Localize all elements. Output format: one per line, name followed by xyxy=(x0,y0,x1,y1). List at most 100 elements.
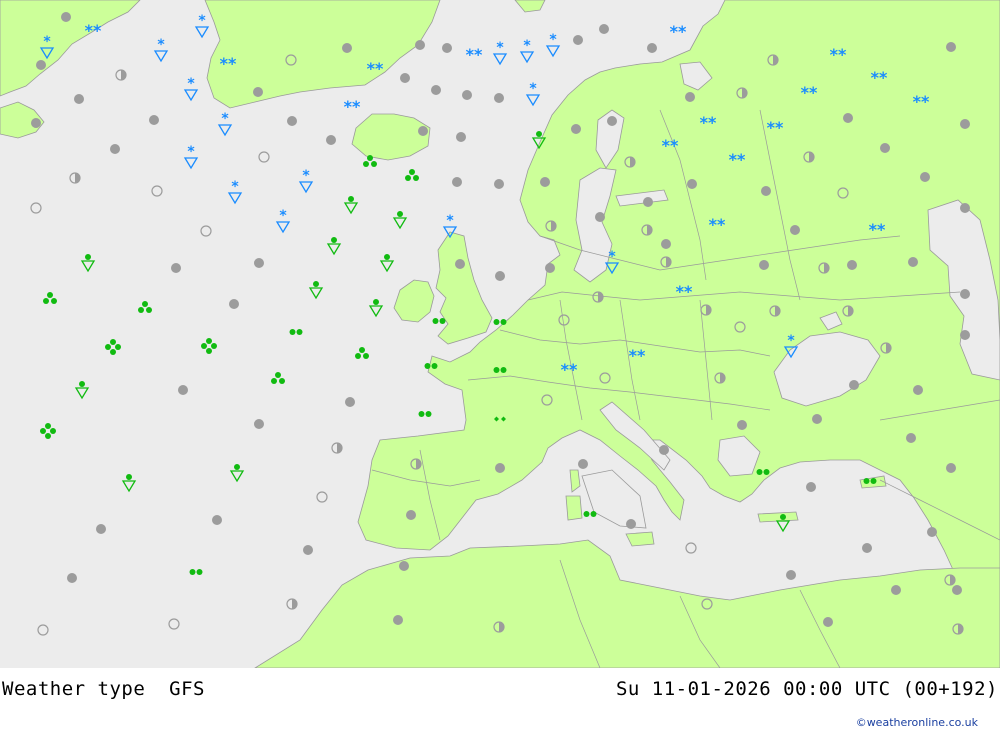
overcast-icon xyxy=(36,60,46,70)
overcast-icon xyxy=(806,482,816,492)
svg-text:**: ** xyxy=(662,136,679,155)
overcast-icon xyxy=(952,585,962,595)
overcast-icon xyxy=(431,85,441,95)
overcast-icon xyxy=(960,330,970,340)
snow-icon: ** xyxy=(700,113,717,132)
overcast-icon xyxy=(960,289,970,299)
snow-icon: ** xyxy=(871,68,888,87)
svg-text:**: ** xyxy=(767,118,784,137)
snow-icon: ** xyxy=(629,346,646,365)
overcast-icon xyxy=(110,144,120,154)
overcast-icon xyxy=(303,545,313,555)
overcast-icon xyxy=(540,177,550,187)
svg-text:**: ** xyxy=(676,282,693,301)
overcast-icon xyxy=(452,177,462,187)
overcast-icon xyxy=(761,186,771,196)
snow-icon: ** xyxy=(344,97,361,116)
svg-text:**: ** xyxy=(561,360,578,379)
overcast-icon xyxy=(880,143,890,153)
overcast-icon xyxy=(659,445,669,455)
valid-time: Su 11-01-2026 00:00 UTC (00+192) xyxy=(615,678,998,700)
svg-text:**: ** xyxy=(85,21,102,40)
overcast-icon xyxy=(908,257,918,267)
overcast-icon xyxy=(643,197,653,207)
overcast-icon xyxy=(790,225,800,235)
map-title: Weather type GFS xyxy=(2,678,205,700)
credit-link[interactable]: ©weatheronline.co.uk xyxy=(856,716,978,729)
overcast-icon xyxy=(847,260,857,270)
overcast-icon xyxy=(393,615,403,625)
overcast-icon xyxy=(31,118,41,128)
overcast-icon xyxy=(685,92,695,102)
weather-map: *** ********** ******* * * ********** **** ****… xyxy=(0,0,1000,668)
snow-icon: ** xyxy=(220,54,237,73)
svg-text:**: ** xyxy=(871,68,888,87)
overcast-icon xyxy=(737,420,747,430)
overcast-icon xyxy=(573,35,583,45)
overcast-icon xyxy=(823,617,833,627)
overcast-icon xyxy=(495,463,505,473)
overcast-icon xyxy=(571,124,581,134)
overcast-icon xyxy=(960,119,970,129)
snow-icon: ** xyxy=(709,215,726,234)
overcast-icon xyxy=(595,212,605,222)
overcast-icon xyxy=(946,42,956,52)
svg-text:**: ** xyxy=(801,83,818,102)
overcast-icon xyxy=(442,43,452,53)
overcast-icon xyxy=(891,585,901,595)
overcast-icon xyxy=(626,519,636,529)
snow-icon: ** xyxy=(561,360,578,379)
overcast-icon xyxy=(812,414,822,424)
overcast-icon xyxy=(456,132,466,142)
snow-icon: ** xyxy=(869,220,886,239)
overcast-icon xyxy=(229,299,239,309)
land-sardinia xyxy=(565,495,583,521)
overcast-icon xyxy=(418,126,428,136)
svg-text:**: ** xyxy=(700,113,717,132)
overcast-icon xyxy=(862,543,872,553)
overcast-icon xyxy=(415,40,425,50)
overcast-icon xyxy=(149,115,159,125)
svg-text:**: ** xyxy=(729,150,746,169)
overcast-icon xyxy=(455,259,465,269)
svg-text:**: ** xyxy=(466,45,483,64)
snow-icon: ** xyxy=(729,150,746,169)
overcast-icon xyxy=(599,24,609,34)
overcast-icon xyxy=(927,527,937,537)
snow-icon: ** xyxy=(670,22,687,41)
overcast-icon xyxy=(786,570,796,580)
snow-icon: ** xyxy=(367,59,384,78)
snow-icon: ** xyxy=(830,45,847,64)
overcast-icon xyxy=(326,135,336,145)
overcast-icon xyxy=(254,419,264,429)
svg-text:**: ** xyxy=(220,54,237,73)
overcast-icon xyxy=(647,43,657,53)
svg-text:**: ** xyxy=(913,92,930,111)
overcast-icon xyxy=(400,73,410,83)
overcast-icon xyxy=(253,87,263,97)
overcast-icon xyxy=(74,94,84,104)
overcast-icon xyxy=(494,93,504,103)
overcast-icon xyxy=(759,260,769,270)
snow-icon: ** xyxy=(662,136,679,155)
overcast-icon xyxy=(254,258,264,268)
overcast-icon xyxy=(494,179,504,189)
svg-text:**: ** xyxy=(869,220,886,239)
overcast-icon xyxy=(171,263,181,273)
svg-text:**: ** xyxy=(670,22,687,41)
overcast-icon xyxy=(96,524,106,534)
overcast-icon xyxy=(545,263,555,273)
snow-icon: ** xyxy=(801,83,818,102)
snow-icon: ** xyxy=(466,45,483,64)
overcast-icon xyxy=(843,113,853,123)
overcast-icon xyxy=(61,12,71,22)
overcast-icon xyxy=(287,116,297,126)
svg-text:**: ** xyxy=(367,59,384,78)
overcast-icon xyxy=(849,380,859,390)
overcast-icon xyxy=(687,179,697,189)
overcast-icon xyxy=(178,385,188,395)
overcast-icon xyxy=(462,90,472,100)
overcast-icon xyxy=(906,433,916,443)
snow-icon: ** xyxy=(913,92,930,111)
overcast-icon xyxy=(342,43,352,53)
